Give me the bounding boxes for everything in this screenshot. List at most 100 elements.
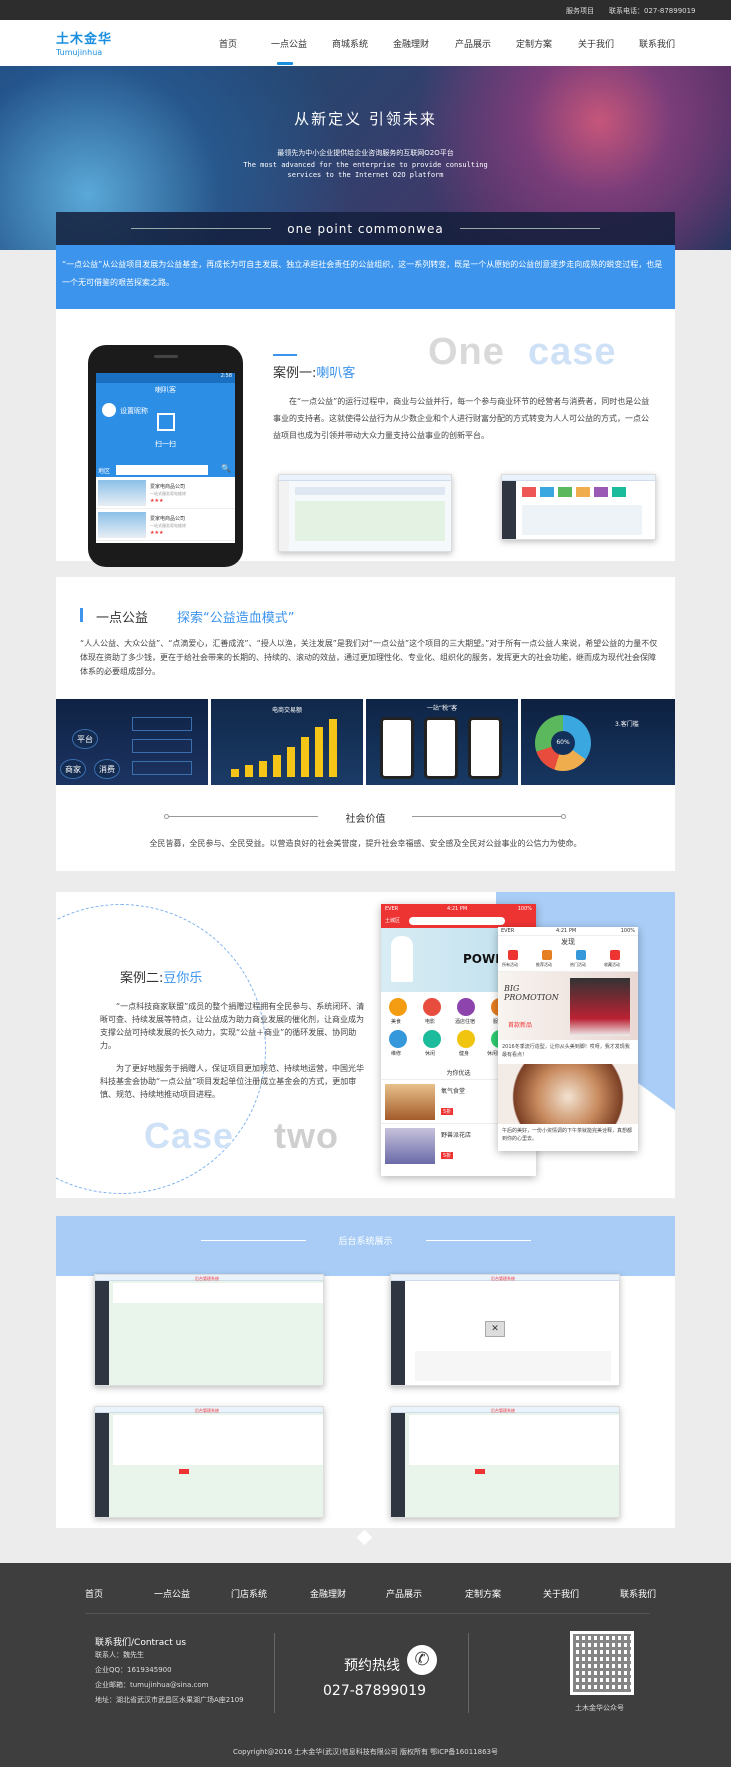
header: 土木金华 Tumujinhua 首页 一点公益 商城系统 金融理财 产品展示 定… [0, 20, 731, 66]
tile-phone [380, 717, 414, 779]
shot-button[interactable] [179, 1469, 189, 1474]
case1-screenshot-1[interactable] [278, 474, 452, 552]
phone-speaker [154, 355, 178, 358]
app1-carrier: EVER [385, 906, 399, 912]
phone-screen: 2:58 喇叭客 设置昵称 扫一扫 地区 🔍 爱家电商品公司 一站式服务家电维修 [96, 373, 235, 543]
nav-about[interactable]: 关于我们 [578, 37, 614, 50]
hotel-icon[interactable] [457, 998, 475, 1016]
shot-form [113, 1283, 323, 1303]
footer-nav-finance[interactable]: 金融理财 [310, 1587, 346, 1600]
admin-title: 后台系统展示 [338, 1237, 393, 1247]
all-events-icon[interactable] [508, 950, 518, 960]
case1-watermark-one: One [428, 331, 505, 373]
footer-contact-title: 联系我们/Contract us [95, 1638, 187, 1648]
shop-desc: 一站式服务家电维修 [150, 491, 186, 496]
favorites-icon[interactable] [610, 950, 620, 960]
nav-products[interactable]: 产品展示 [455, 37, 491, 50]
logo-en: Tumujinhua [56, 48, 103, 57]
tile-title: 电商交易额 [271, 707, 302, 714]
rating-stars: ★★★ [150, 530, 164, 536]
case1-card: 2:58 喇叭客 设置昵称 扫一扫 地区 🔍 爱家电商品公司 一站式服务家电维修 [56, 309, 675, 567]
hot-events-icon[interactable] [576, 950, 586, 960]
shot-form [113, 1415, 323, 1465]
shot-sidebar [95, 1413, 109, 1517]
band-title: one point commonwea [287, 222, 444, 236]
shot-body: ✕ [405, 1281, 619, 1385]
app1-battery: 100% [517, 906, 532, 912]
app2-caption-2: 午后的美好，一份小资情调的下午茶就能完美诠释，真想都到你的心里去。 [502, 1128, 633, 1142]
chart-bar [259, 761, 267, 777]
admin-screenshot-4[interactable]: 后台管理系统 [390, 1406, 620, 1518]
leisure-icon[interactable] [423, 1030, 441, 1048]
nav-home[interactable]: 首页 [219, 37, 237, 50]
list-item[interactable]: 爱家电商品公司 一站式服务家电维修 ★★★ [96, 509, 235, 541]
qr-code[interactable] [570, 1631, 634, 1695]
shot-body [289, 481, 451, 551]
footer-nav-products[interactable]: 产品展示 [386, 1587, 422, 1600]
food-icon[interactable] [389, 998, 407, 1016]
footer-nav-about[interactable]: 关于我们 [543, 1587, 579, 1600]
cat-label: 酒店住宿 [455, 1019, 476, 1025]
gongyi-title: 一点公益 [96, 611, 149, 626]
footer-nav-home[interactable]: 首页 [85, 1587, 103, 1600]
value-title: 社会价值 [345, 814, 386, 825]
gongyi-tile-pie[interactable]: 3.客门槛 60% [521, 699, 675, 785]
hero-subtitle-en-2: services to the Internet O2O platform [287, 171, 444, 179]
nav-mall[interactable]: 商城系统 [332, 37, 368, 50]
footer-nav-custom[interactable]: 定制方案 [465, 1587, 501, 1600]
tab-label: 所有活动 [502, 962, 518, 967]
admin-screenshot-2[interactable]: 后台管理系统 ✕ [390, 1274, 620, 1386]
tile-phone [468, 717, 502, 779]
app-screen-2[interactable]: EVER 4:21 PM 100% 发现 所有活动 推荐活动 热门活动 收藏活动… [498, 927, 638, 1151]
footer-nav-stores[interactable]: 门店系统 [231, 1587, 267, 1600]
scan-icon[interactable] [157, 413, 175, 431]
case2-watermark-case: Case [144, 1115, 235, 1156]
close-icon[interactable]: ✕ [485, 1321, 505, 1337]
cat-label: 电影 [425, 1019, 436, 1025]
gongyi-tile-phones[interactable]: 一站“税”客 [366, 699, 518, 785]
hero-subtitle-en: The most advanced for the enterprise to … [0, 160, 731, 180]
band-line-right [460, 228, 600, 229]
shot-tile [522, 487, 536, 497]
phone-login-label[interactable]: 设置昵称 [120, 406, 148, 416]
gongyi-tile-chart[interactable]: 电商交易额 [211, 699, 363, 785]
search-icon[interactable]: 🔍 [221, 464, 231, 473]
scroll-indicator[interactable] [356, 1529, 373, 1546]
hero-subtitle-en-1: The most advanced for the enterprise to … [243, 161, 488, 169]
service-link[interactable]: 服务项目 [566, 6, 594, 16]
coffee-image[interactable] [498, 1064, 638, 1124]
case1-screenshot-2[interactable] [501, 474, 656, 540]
admin-screenshot-3[interactable]: 后台管理系统 [94, 1406, 324, 1518]
cat-label: 休闲 [425, 1051, 436, 1057]
app1-search-input[interactable] [409, 917, 505, 925]
gongyi-tile-platform[interactable]: 平台 商家 消费 [56, 699, 208, 785]
chart-bar [329, 719, 337, 777]
qr-caption: 土木金华公众号 [575, 1704, 624, 1712]
footer-nav-contact[interactable]: 联系我们 [620, 1587, 656, 1600]
app1-city[interactable]: 土城区 [385, 917, 400, 924]
list-item[interactable]: 爱家电商品公司 一站式服务家电维修 ★★★ [96, 477, 235, 509]
nav-finance[interactable]: 金融理财 [393, 37, 429, 50]
recommended-icon[interactable] [542, 950, 552, 960]
footer-nav-gongyi[interactable]: 一点公益 [154, 1587, 190, 1600]
admin-screenshot-1[interactable]: 后台管理系统 [94, 1274, 324, 1386]
app2-promo-banner[interactable]: BIG PROMOTION 首款新品 [498, 972, 638, 1040]
fitness-icon[interactable] [457, 1030, 475, 1048]
footer-divider [85, 1613, 650, 1614]
app2-battery: 100% [620, 928, 635, 934]
phone-region[interactable]: 地区 [98, 466, 110, 475]
nav-gongyi[interactable]: 一点公益 [271, 37, 307, 50]
logo[interactable]: 土木金华 Tumujinhua [56, 28, 112, 57]
avatar[interactable] [102, 403, 116, 417]
footer-person: 联系人：魏先生 [95, 1651, 144, 1659]
nav-custom[interactable]: 定制方案 [516, 37, 552, 50]
chart-bar [315, 727, 323, 777]
nav-contact[interactable]: 联系我们 [639, 37, 675, 50]
shot-button[interactable] [475, 1469, 485, 1474]
admin-line-right [426, 1240, 531, 1241]
case2-text-1: “一点科技商家联盟”成员的整个捐赠过程拥有全民参与、系统闭环、清晰可查、持续发展… [100, 1002, 365, 1050]
movie-icon[interactable] [423, 998, 441, 1016]
repair-icon[interactable] [389, 1030, 407, 1048]
phone-search-input[interactable] [116, 465, 208, 475]
shop-name: 爱家电商品公司 [150, 484, 186, 490]
